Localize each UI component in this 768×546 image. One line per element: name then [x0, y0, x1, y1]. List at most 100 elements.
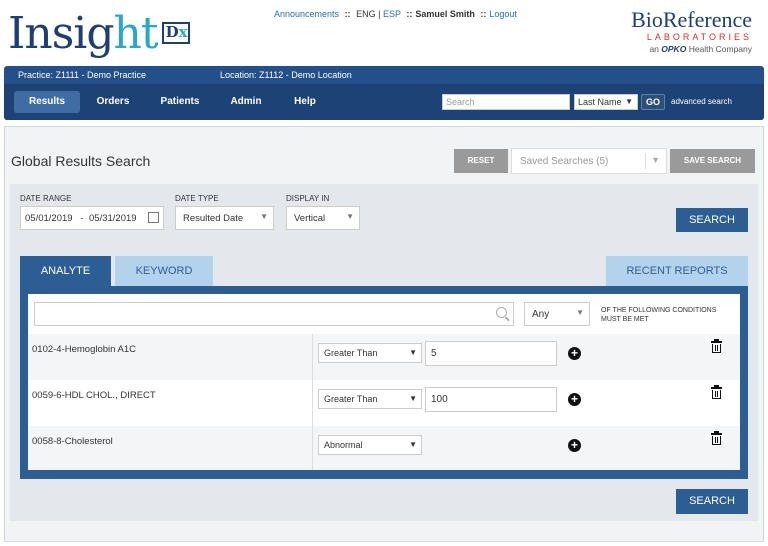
- display-in-value: Vertical: [294, 213, 326, 224]
- tab-recent-reports[interactable]: RECENT REPORTS: [606, 256, 748, 286]
- operator-value: Greater Than: [324, 394, 378, 404]
- tagline-post: Health Company: [688, 44, 752, 54]
- add-condition-icon[interactable]: +: [568, 439, 581, 452]
- date-type-value: Resulted Date: [183, 213, 244, 224]
- analyte-search-input[interactable]: [34, 302, 514, 326]
- search-by-value: Last Name: [578, 97, 622, 107]
- display-in-select[interactable]: Vertical ▼: [286, 206, 360, 230]
- conditions-text: OF THE FOLLOWING CONDITIONS MUST BE MET: [601, 307, 717, 323]
- search-icon: [496, 307, 507, 318]
- chevron-down-icon: ▼: [260, 212, 268, 221]
- tab-keyword[interactable]: KEYWORD: [115, 256, 213, 286]
- announcements-link[interactable]: Announcements: [274, 9, 339, 19]
- insight-dx-logo[interactable]: Insight Dx: [8, 6, 190, 58]
- logout-link[interactable]: Logout: [489, 9, 517, 19]
- logo-dx-badge: Dx: [161, 22, 190, 44]
- date-dash: -: [80, 213, 84, 224]
- logo-badge-d: D: [165, 23, 179, 41]
- nav-patients[interactable]: Patients: [152, 91, 208, 113]
- trash-icon[interactable]: [711, 431, 722, 446]
- search-panel: DATE RANGE 05/01/2019 - 05/31/2019 DATE …: [10, 184, 758, 521]
- language-separator: |: [378, 9, 381, 19]
- header: Insight Dx Announcements :: ENG | ESP ::…: [0, 0, 768, 66]
- criteria-panel: Any ▼ OF THE FOLLOWING CONDITIONS MUST BE…: [28, 294, 740, 470]
- app-root: Insight Dx Announcements :: ENG | ESP ::…: [0, 0, 768, 546]
- search-button[interactable]: SEARCH: [676, 208, 748, 232]
- analyte-label: 0058-8-Cholesterol: [32, 436, 113, 447]
- practice-info-bar: Practice: Z1111 - Demo Practice Location…: [4, 66, 764, 84]
- trash-icon[interactable]: [711, 339, 722, 354]
- criteria-row: 0059-6-HDL CHOL., DIRECT Greater Than ▼ 1…: [28, 380, 740, 426]
- tab-analyte[interactable]: ANALYTE: [20, 256, 111, 286]
- language-esp[interactable]: ESP: [383, 9, 401, 19]
- chevron-down-icon: ▼: [625, 97, 633, 106]
- operator-select[interactable]: Greater Than ▼: [318, 343, 422, 363]
- date-type-select[interactable]: Resulted Date ▼: [175, 206, 274, 230]
- advanced-search-link[interactable]: advanced search: [671, 97, 732, 106]
- logo-badge-x: x: [178, 23, 188, 41]
- main-navigation: Practice: Z1111 - Demo Practice Location…: [4, 66, 764, 120]
- add-condition-icon[interactable]: +: [568, 393, 581, 406]
- logo-wordmark: Insight: [8, 8, 159, 59]
- language-eng[interactable]: ENG: [356, 9, 376, 19]
- chevron-down-icon: ▼: [346, 212, 354, 221]
- chevron-down-icon: ▼: [651, 155, 660, 165]
- column-divider: [312, 426, 313, 470]
- top-links: Announcements :: ENG | ESP :: Samuel Smit…: [274, 9, 517, 19]
- practice-label: Practice: Z1111 - Demo Practice: [18, 70, 147, 80]
- select-divider: [645, 153, 646, 169]
- chevron-down-icon: ▼: [409, 440, 417, 449]
- brand-sub: LABORATORIES: [646, 32, 752, 42]
- date-type-label: DATE TYPE: [175, 194, 219, 203]
- separator: ::: [480, 9, 487, 19]
- analyte-label: 0102-4-Hemoglobin A1C: [32, 344, 137, 355]
- trash-icon[interactable]: [711, 385, 722, 400]
- add-condition-icon[interactable]: +: [568, 347, 581, 360]
- nav-bar: Results Orders Patients Admin Help Searc…: [4, 84, 764, 120]
- value-input[interactable]: 5: [425, 341, 557, 366]
- search-by-select[interactable]: Last Name ▼: [574, 94, 638, 110]
- go-button[interactable]: GO: [641, 94, 665, 110]
- nav-results[interactable]: Results: [14, 91, 80, 113]
- save-search-button[interactable]: SAVE SEARCH: [670, 149, 755, 173]
- calendar-icon[interactable]: [148, 212, 159, 223]
- tagline-opko: OPKO: [661, 44, 687, 54]
- match-value: Any: [532, 309, 550, 320]
- saved-searches-select[interactable]: Saved Searches (5) ▼: [511, 148, 667, 174]
- column-divider: [312, 380, 313, 426]
- criteria-container: Any ▼ OF THE FOLLOWING CONDITIONS MUST BE…: [20, 286, 748, 479]
- match-select[interactable]: Any ▼: [524, 302, 590, 326]
- brand-name: BioReference: [631, 7, 752, 32]
- chevron-down-icon: ▼: [576, 308, 584, 317]
- operator-value: Greater Than: [324, 348, 378, 358]
- nav-orders[interactable]: Orders: [88, 91, 138, 113]
- criteria-row: 0102-4-Hemoglobin A1C Greater Than ▼ 5 +: [28, 334, 740, 380]
- nav-admin[interactable]: Admin: [224, 91, 268, 113]
- tagline-pre: an: [649, 44, 659, 54]
- location-label: Location: Z1112 - Demo Location: [220, 70, 352, 80]
- value-input[interactable]: 100: [425, 387, 557, 412]
- logo-accent: ht: [113, 8, 159, 59]
- operator-select[interactable]: Abnormal ▼: [318, 435, 422, 455]
- user-name: Samuel Smith: [415, 9, 475, 19]
- date-range-input[interactable]: 05/01/2019 - 05/31/2019: [20, 206, 164, 230]
- operator-select[interactable]: Greater Than ▼: [318, 389, 422, 409]
- chevron-down-icon: ▼: [409, 394, 417, 403]
- separator: ::: [344, 9, 351, 19]
- reset-button[interactable]: RESET: [454, 149, 508, 173]
- search-button-bottom[interactable]: SEARCH: [676, 489, 748, 514]
- date-to: 05/31/2019: [89, 213, 137, 224]
- nav-help[interactable]: Help: [286, 91, 324, 113]
- page-title: Global Results Search: [11, 153, 151, 169]
- analyte-label: 0059-6-HDL CHOL., DIRECT: [32, 390, 156, 401]
- column-divider: [312, 334, 313, 380]
- results-search-page: Global Results Search RESET Saved Search…: [4, 126, 764, 542]
- criteria-row: 0058-8-Cholesterol Abnormal ▼ +: [28, 426, 740, 470]
- logo-main: Insig: [8, 8, 115, 59]
- date-from: 05/01/2019: [25, 213, 73, 224]
- date-range-label: DATE RANGE: [20, 194, 72, 203]
- nav-search-input[interactable]: Search: [442, 94, 570, 110]
- chevron-down-icon: ▼: [409, 348, 417, 357]
- display-in-label: DISPLAY IN: [286, 194, 330, 203]
- saved-searches-value: Saved Searches (5): [520, 156, 609, 167]
